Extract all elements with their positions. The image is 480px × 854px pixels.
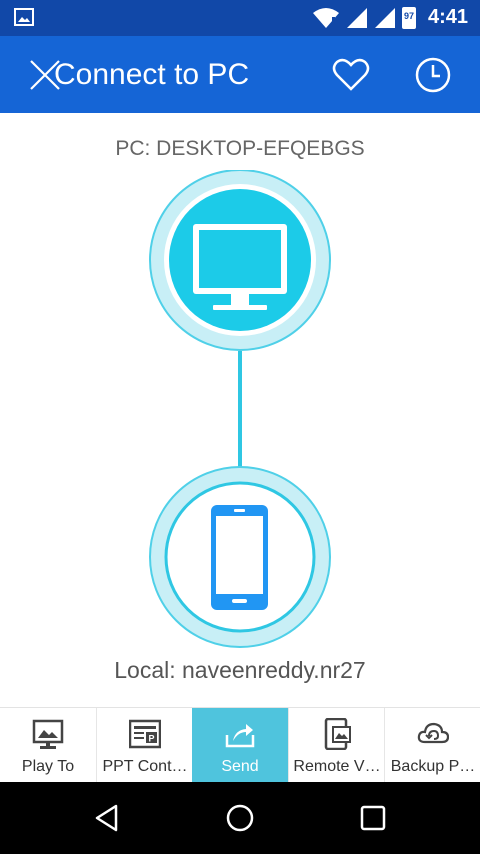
tab-ppt-control[interactable]: P PPT Cont…	[96, 708, 192, 783]
connection-diagram	[149, 170, 331, 648]
smartphone-icon	[211, 505, 268, 610]
tab-label: Backup P…	[390, 758, 476, 775]
back-icon[interactable]	[91, 802, 123, 834]
pc-node	[149, 170, 331, 351]
battery-icon: 97	[401, 6, 416, 29]
signal-icon-2	[374, 7, 395, 28]
tab-send[interactable]: Send	[192, 708, 288, 783]
svg-text:P: P	[148, 734, 154, 744]
recent-apps-icon[interactable]	[357, 802, 389, 834]
cloud-backup-icon	[417, 722, 449, 744]
phone-node	[149, 466, 331, 648]
gallery-notification-icon	[14, 8, 34, 26]
pc-name-label: PC: DESKTOP-EFQEBGS	[115, 137, 365, 160]
battery-level: 97	[403, 10, 414, 21]
tab-label: Remote V…	[293, 758, 381, 775]
bottom-tab-bar: Play To P PPT Cont… Send Remote V… Backu…	[0, 707, 480, 783]
system-navigation-bar	[0, 782, 480, 854]
picture-frame-icon	[32, 719, 64, 749]
status-bar: 97 4:41	[0, 0, 480, 36]
local-device-label: Local: naveenreddy.nr27	[114, 657, 366, 683]
tab-remote-view[interactable]: Remote V…	[288, 708, 384, 783]
tab-label: Play To	[21, 758, 75, 775]
history-clock-icon[interactable]	[414, 56, 452, 94]
remote-phone-image-icon	[324, 718, 351, 750]
favorite-heart-icon[interactable]	[332, 58, 370, 92]
tab-label: Send	[221, 758, 259, 775]
presentation-icon: P	[129, 719, 161, 749]
signal-icon	[346, 7, 367, 28]
page-title: Connect to PC	[54, 58, 250, 91]
wifi-icon	[312, 7, 339, 28]
clock-time: 4:41	[427, 6, 468, 28]
tab-backup[interactable]: Backup P…	[384, 708, 480, 783]
send-share-icon	[225, 724, 255, 748]
home-icon[interactable]	[224, 802, 256, 834]
app-bar: Connect to PC	[0, 36, 480, 113]
tab-play-to[interactable]: Play To	[0, 708, 96, 783]
tab-label: PPT Cont…	[102, 758, 188, 775]
